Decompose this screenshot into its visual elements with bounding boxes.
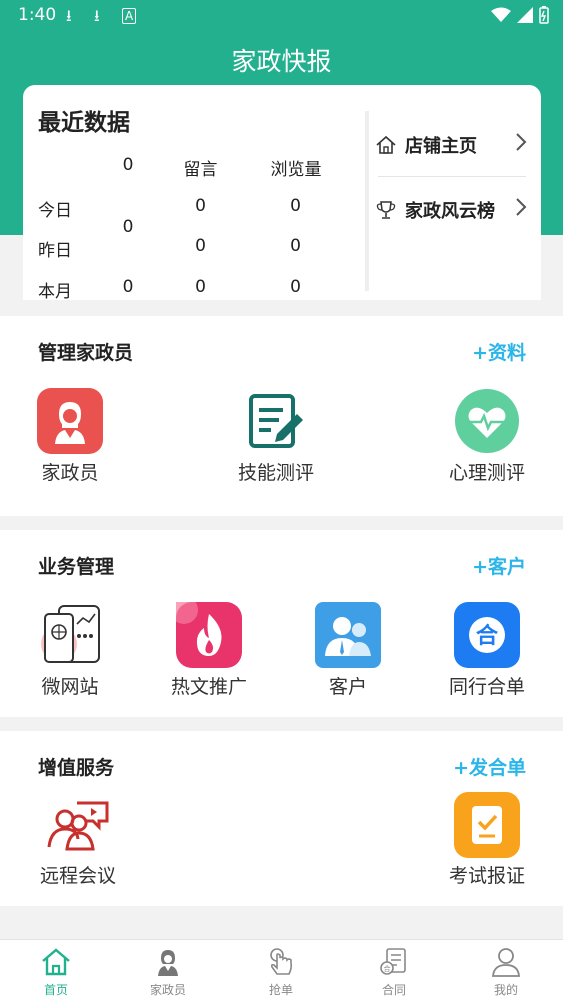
column-header: 浏览量 [270, 160, 322, 180]
recent-data-card: 最近数据 0 留言 浏览量 今日 0 0 0 昨日 0 0 本月 0 0 0 店… [23, 85, 541, 302]
skill-assessment-label: 技能测评 [237, 462, 315, 484]
column-header: 留言 [183, 160, 218, 180]
tap-icon [270, 948, 293, 975]
section-title: 增值服务 [38, 757, 115, 779]
svg-text:合: 合 [476, 623, 499, 649]
app-notification-icon: A [122, 8, 137, 24]
exam-cert-label: 考试报证 [448, 865, 526, 887]
remote-meeting-tile[interactable]: 远程会议 [40, 799, 116, 899]
divider [378, 176, 526, 177]
microsite-label: 微网站 [41, 676, 99, 698]
peer-merge-label: 同行合单 [448, 676, 526, 698]
row-label: 今日 [38, 201, 72, 221]
chevron-right-icon [516, 198, 527, 216]
ranking-link[interactable]: 家政风云榜 [375, 185, 527, 235]
housekeeper-label: 家政员 [41, 462, 99, 484]
exam-cert-tile[interactable]: 考试报证 [449, 792, 525, 902]
home-icon [42, 948, 70, 976]
merge-icon: 合 [454, 602, 520, 668]
peer-merge-tile[interactable]: 合 同行合单 [449, 602, 525, 707]
recent-data-title: 最近数据 [38, 110, 130, 136]
chevron-right-icon [516, 133, 527, 151]
home-icon [376, 135, 396, 154]
data-value: 0 [122, 277, 134, 297]
post-merge-order-link[interactable]: +发合单 [453, 753, 526, 780]
download-icon: ⭳ [66, 6, 72, 25]
data-value: 0 [195, 236, 206, 256]
article-promo-tile[interactable]: 热文推广 [170, 596, 247, 707]
customer-icon [315, 602, 381, 668]
status-bar: 1:40 ⭳ ⭳ A [0, 0, 563, 30]
heart-icon [455, 389, 519, 453]
tab-label: 抢单 [268, 983, 293, 997]
edit-doc-icon [249, 394, 303, 448]
psych-assessment-label: 心理测评 [448, 462, 526, 484]
row-label: 昨日 [38, 241, 72, 261]
signal-icon [517, 7, 533, 23]
add-profile-link[interactable]: +资料 [472, 338, 526, 365]
tab-housekeeper[interactable]: 家政员 [112, 940, 224, 1002]
housekeeper-icon [158, 950, 178, 976]
data-value: 0 [290, 277, 301, 297]
fire-icon [170, 596, 242, 668]
customer-tile[interactable]: 客户 [315, 602, 381, 707]
manage-section: 管理家政员 +资料 家政员 技能测评 心理测评 [0, 316, 563, 516]
meeting-icon [47, 801, 109, 851]
download-icon: ⭳ [94, 6, 100, 25]
page-title: 家政快报 [231, 47, 332, 76]
contract-icon: 合 [380, 948, 406, 975]
tab-label: 合同 [381, 983, 406, 997]
microsite-icon [41, 605, 100, 663]
article-promo-label: 热文推广 [170, 676, 248, 698]
remote-meeting-label: 远程会议 [39, 865, 117, 887]
skill-assessment-tile[interactable]: 技能测评 [238, 388, 314, 498]
business-section: 业务管理 +客户 微网站 热文推广 客户 合 同行合单 [0, 530, 563, 717]
svg-text:合: 合 [384, 964, 391, 973]
housekeeper-tile[interactable]: 家政员 [37, 388, 103, 498]
tab-label: 我的 [493, 983, 518, 997]
tab-home[interactable]: 首页 [0, 940, 112, 1002]
section-title: 业务管理 [38, 556, 115, 578]
store-home-link[interactable]: 店铺主页 [375, 120, 527, 170]
data-value: 0 [195, 196, 206, 216]
battery-icon [539, 6, 549, 24]
tab-profile[interactable]: 我的 [450, 940, 562, 1002]
microsite-tile[interactable]: 微网站 [37, 602, 103, 707]
ranking-label: 家政风云榜 [405, 201, 495, 222]
add-customer-link[interactable]: +客户 [472, 552, 526, 579]
tab-grab-order[interactable]: 抢单 [225, 940, 337, 1002]
section-title: 管理家政员 [38, 342, 134, 364]
tab-contract[interactable]: 合 合同 [338, 940, 450, 1002]
housekeeper-icon [37, 388, 103, 454]
row-label: 本月 [38, 282, 72, 302]
divider [365, 111, 369, 291]
status-time: 1:40 [18, 5, 57, 25]
profile-icon [492, 948, 520, 977]
value-added-section: 增值服务 +发合单 远程会议 考试报证 [0, 731, 563, 906]
column-header: 0 [122, 155, 134, 175]
trophy-icon [376, 201, 396, 219]
store-home-label: 店铺主页 [405, 136, 477, 157]
data-value: 0 [290, 236, 301, 256]
data-value: 0 [122, 217, 134, 237]
exam-icon [454, 792, 520, 858]
bottom-tab-bar: 首页 家政员 抢单 合 合同 我的 [0, 939, 563, 1002]
wifi-icon [491, 7, 511, 22]
data-value: 0 [195, 277, 206, 297]
customer-label: 客户 [328, 676, 368, 698]
tab-label: 家政员 [149, 983, 186, 997]
tab-label: 首页 [43, 983, 68, 997]
psych-assessment-tile[interactable]: 心理测评 [449, 388, 525, 498]
data-value: 0 [290, 196, 301, 216]
